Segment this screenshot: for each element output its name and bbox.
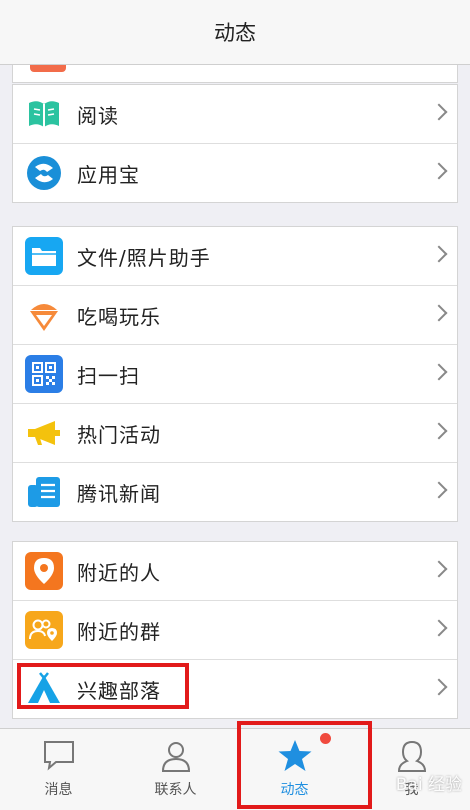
row-label: 文件/照片助手 (77, 245, 211, 270)
row-appstore[interactable]: 应用宝 (13, 144, 457, 202)
chevron-right-icon (430, 422, 448, 440)
row-label: 附近的人 (77, 560, 161, 585)
row-tencent-news[interactable]: 腾讯新闻 (13, 463, 457, 521)
watermark: Bai 经验 (395, 775, 462, 795)
tab-messages[interactable]: 消息 (0, 729, 117, 810)
nav-header: 动态 (0, 0, 470, 65)
icecream-icon (25, 296, 63, 334)
row-scan[interactable]: 扫一扫 (13, 345, 457, 404)
message-icon (42, 739, 76, 775)
chevron-right-icon (430, 481, 448, 499)
location-pin-icon (25, 552, 63, 590)
chevron-right-icon (430, 363, 448, 381)
tab-contacts[interactable]: 联系人 (117, 729, 234, 810)
row-label: 吃喝玩乐 (77, 304, 161, 329)
annotation-box-moments-tab (237, 721, 372, 809)
tab-label: 联系人 (154, 782, 197, 798)
chevron-right-icon (430, 304, 448, 322)
page-title: 动态 (214, 21, 256, 45)
annotation-box-interest-tribe (17, 663, 189, 709)
row-label: 扫一扫 (77, 363, 140, 388)
group-read: 阅读 应用宝 (12, 84, 458, 203)
group-location-icon (25, 611, 63, 649)
row-label: 热门活动 (77, 422, 161, 447)
row-file-photo-assistant[interactable]: 文件/照片助手 (13, 227, 457, 286)
group-tools: 文件/照片助手 吃喝玩乐 扫一扫 热门活动 腾讯新闻 (12, 226, 458, 522)
row-label: 阅读 (77, 103, 119, 128)
tab-label: 消息 (44, 782, 73, 798)
bottom-tab-bar: 消息 联系人 动态 我 (0, 728, 470, 810)
row-label: 应用宝 (77, 162, 140, 187)
chevron-right-icon (430, 162, 448, 180)
megaphone-icon (25, 414, 63, 452)
row-food-fun[interactable]: 吃喝玩乐 (13, 286, 457, 345)
appstore-icon (25, 154, 63, 192)
row-label: 腾讯新闻 (77, 481, 161, 506)
row-nearby-people[interactable]: 附近的人 (13, 542, 457, 601)
news-icon (25, 473, 63, 511)
chevron-right-icon (430, 678, 448, 696)
row-read[interactable]: 阅读 (13, 85, 457, 144)
row-label: 附近的群 (77, 619, 161, 644)
folder-icon (25, 237, 63, 275)
chevron-right-icon (430, 103, 448, 121)
chevron-right-icon (430, 560, 448, 578)
book-icon (25, 95, 63, 133)
row-hot-events[interactable]: 热门活动 (13, 404, 457, 463)
qrcode-icon (25, 355, 63, 393)
contacts-icon (159, 739, 193, 777)
chevron-right-icon (430, 245, 448, 263)
row-nearby-groups[interactable]: 附近的群 (13, 601, 457, 660)
chevron-right-icon (430, 619, 448, 637)
